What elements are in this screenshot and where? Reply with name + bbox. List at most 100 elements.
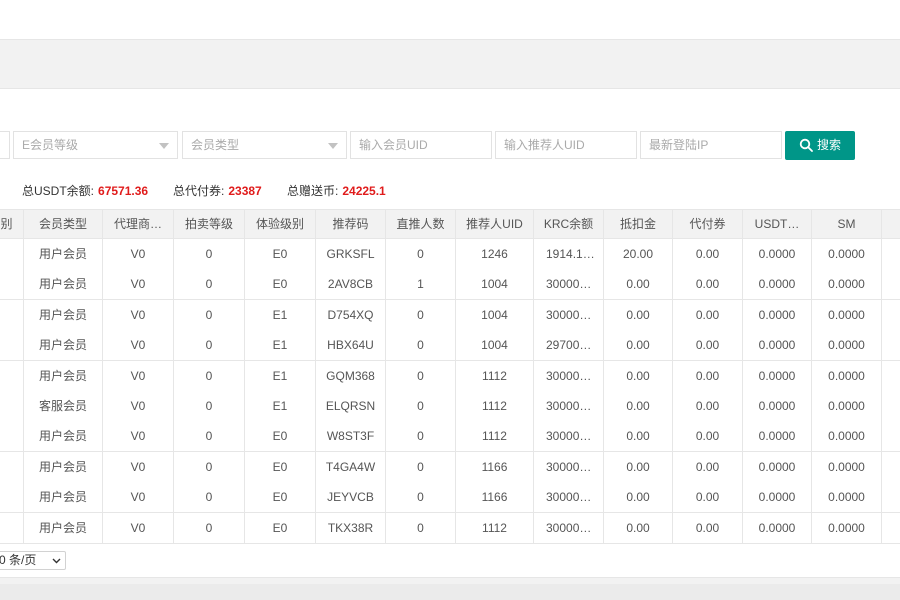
table-row[interactable]: 用户会员 V0 0 E0 JEYVCB 0 1166 30000… 0.00 0.00 0.0000… xyxy=(0,482,900,514)
table-cell: V0 xyxy=(103,269,174,300)
table-cell: 20.00 xyxy=(604,239,673,269)
column-header[interactable]: KRC余额 xyxy=(534,210,604,238)
referrer-uid-input[interactable]: 输入推荐人UID xyxy=(495,131,637,159)
page-size-select[interactable]: 0 条/页 xyxy=(0,551,66,570)
column-header[interactable]: 抵扣金 xyxy=(604,210,673,238)
table-cell: 0 xyxy=(386,299,456,330)
table-cell: 0.0000 xyxy=(812,330,882,361)
summary-usdt: 总USDT余额: 67571.36 xyxy=(22,182,148,199)
table-cell: 0.0000 xyxy=(743,360,812,391)
table-row[interactable]: 用户会员 V0 0 E0 2AV8CB 1 1004 30000… 0.00 0.00 0.0000… xyxy=(0,269,900,301)
table-cell: 0 xyxy=(174,269,245,300)
summary-gift-label: 总赠送币: xyxy=(287,184,339,198)
table-cell: 0.00 xyxy=(604,299,673,330)
table-cell: 0.00 xyxy=(604,451,673,482)
table-row[interactable]: 用户会员 V0 0 E0 GRKSFL 0 1246 1914.1… 20.00 0.00 0.00… xyxy=(0,239,900,270)
table-cell: E0 xyxy=(245,269,316,300)
table-cell xyxy=(0,391,24,421)
table-cell: 0.00 xyxy=(673,330,743,361)
summary-voucher-value: 23387 xyxy=(228,184,262,198)
member-type-select-placeholder: 会员类型 xyxy=(191,138,240,152)
table-cell: T4GA4W xyxy=(316,451,386,482)
table-cell: 1112 xyxy=(456,421,534,452)
table-cell: E0 xyxy=(245,482,316,513)
column-header[interactable]: SM xyxy=(812,210,882,238)
table-row[interactable]: 客服会员 V0 0 E1 ELQRSN 0 1112 30000… 0.00 0.00 0.0000… xyxy=(0,391,900,422)
table-cell: 1004 xyxy=(456,330,534,361)
summary-voucher: 总代付券: 23387 xyxy=(173,182,262,199)
table-cell: 1166 xyxy=(456,482,534,513)
table-cell: 0.0000 xyxy=(812,269,882,300)
table-cell: D754XQ xyxy=(316,299,386,330)
table-cell: 30000… xyxy=(534,482,604,513)
table-cell xyxy=(0,421,24,452)
table-cell: HBX64U xyxy=(316,330,386,361)
chevron-down-icon xyxy=(52,558,61,564)
bottom-strip xyxy=(0,584,900,600)
table-cell: E1 xyxy=(245,360,316,391)
column-header[interactable]: 会员类型 xyxy=(24,210,103,238)
table-cell: 0 xyxy=(386,482,456,513)
column-header[interactable]: 代理商… xyxy=(103,210,174,238)
table-cell: 0 xyxy=(174,299,245,330)
uid-input[interactable]: 输入会员UID xyxy=(350,131,492,159)
table-cell: 用户会员 xyxy=(24,269,103,300)
column-header[interactable]: 代付券 xyxy=(673,210,743,238)
column-header[interactable]: 别 xyxy=(0,210,24,238)
table-cell: 客服会员 xyxy=(24,391,103,421)
table-row[interactable]: 用户会员 V0 0 E0 TKX38R 0 1112 30000… 0.00 0.00 0.0000… xyxy=(0,512,900,544)
table-cell: 0.0000 xyxy=(812,482,882,513)
last-login-ip-input[interactable]: 最新登陆IP xyxy=(640,131,782,159)
table-cell: 0 xyxy=(174,239,245,269)
table-cell: 0.00 xyxy=(604,391,673,421)
table-cell: JEYVCB xyxy=(316,482,386,513)
page-size-label: 0 条/页 xyxy=(0,553,37,567)
table-cell: 0 xyxy=(386,512,456,543)
table-cell: V0 xyxy=(103,330,174,361)
table-cell: 用户会员 xyxy=(24,330,103,361)
table-cell: 0.00 xyxy=(673,451,743,482)
search-icon xyxy=(799,138,813,152)
referrer-uid-input-placeholder: 输入推荐人UID xyxy=(504,138,585,152)
table-cell: 0.00 xyxy=(604,269,673,300)
column-header[interactable]: USDT… xyxy=(743,210,812,238)
table-row[interactable]: 用户会员 V0 0 E0 W8ST3F 0 1112 30000… 0.00 0.00 0.0000… xyxy=(0,421,900,453)
partial-select[interactable] xyxy=(0,131,10,159)
table-cell: 30000… xyxy=(534,391,604,421)
summary-usdt-value: 67571.36 xyxy=(98,184,149,198)
table-row[interactable]: 用户会员 V0 0 E1 D754XQ 0 1004 30000… 0.00 0.00 0.0000… xyxy=(0,299,900,331)
table-cell: ELQRSN xyxy=(316,391,386,421)
table-cell: 0 xyxy=(174,391,245,421)
table-cell: 0.0000 xyxy=(743,391,812,421)
column-header[interactable]: 直推人数 xyxy=(386,210,456,238)
column-header[interactable]: 推荐人UID xyxy=(456,210,534,238)
table-cell: 0.0000 xyxy=(743,421,812,452)
e-level-select[interactable]: E会员等级 xyxy=(13,131,178,159)
search-button[interactable]: 搜索 xyxy=(785,131,855,160)
table-cell: 用户会员 xyxy=(24,421,103,452)
table-cell: E1 xyxy=(245,330,316,361)
table-cell: V0 xyxy=(103,391,174,421)
table-cell: 0.00 xyxy=(604,360,673,391)
table-cell: GQM368 xyxy=(316,360,386,391)
table-row[interactable]: 用户会员 V0 0 E1 GQM368 0 1112 30000… 0.00 0.00 0.0000… xyxy=(0,360,900,392)
table-cell: 2AV8CB xyxy=(316,269,386,300)
table-cell xyxy=(0,299,24,330)
column-header[interactable]: 推荐码 xyxy=(316,210,386,238)
table-cell xyxy=(0,512,24,543)
table-cell: 0.0000 xyxy=(743,451,812,482)
column-header[interactable]: 拍卖等级 xyxy=(174,210,245,238)
table-row[interactable]: 用户会员 V0 0 E1 HBX64U 0 1004 29700… 0.00 0.00 0.0000… xyxy=(0,330,900,362)
table-cell: V0 xyxy=(103,239,174,269)
table-cell: 用户会员 xyxy=(24,360,103,391)
member-type-select[interactable]: 会员类型 xyxy=(182,131,347,159)
table-cell: V0 xyxy=(103,451,174,482)
table-row[interactable]: 用户会员 V0 0 E0 T4GA4W 0 1166 30000… 0.00 0.00 0.0000… xyxy=(0,451,900,483)
table-cell: 0 xyxy=(386,421,456,452)
column-header[interactable]: 体验级别 xyxy=(245,210,316,238)
table-cell: 0.0000 xyxy=(812,299,882,330)
table-cell: E1 xyxy=(245,391,316,421)
table-cell: 30000… xyxy=(534,299,604,330)
table-cell: 0.0000 xyxy=(743,482,812,513)
table-cell: 用户会员 xyxy=(24,239,103,269)
